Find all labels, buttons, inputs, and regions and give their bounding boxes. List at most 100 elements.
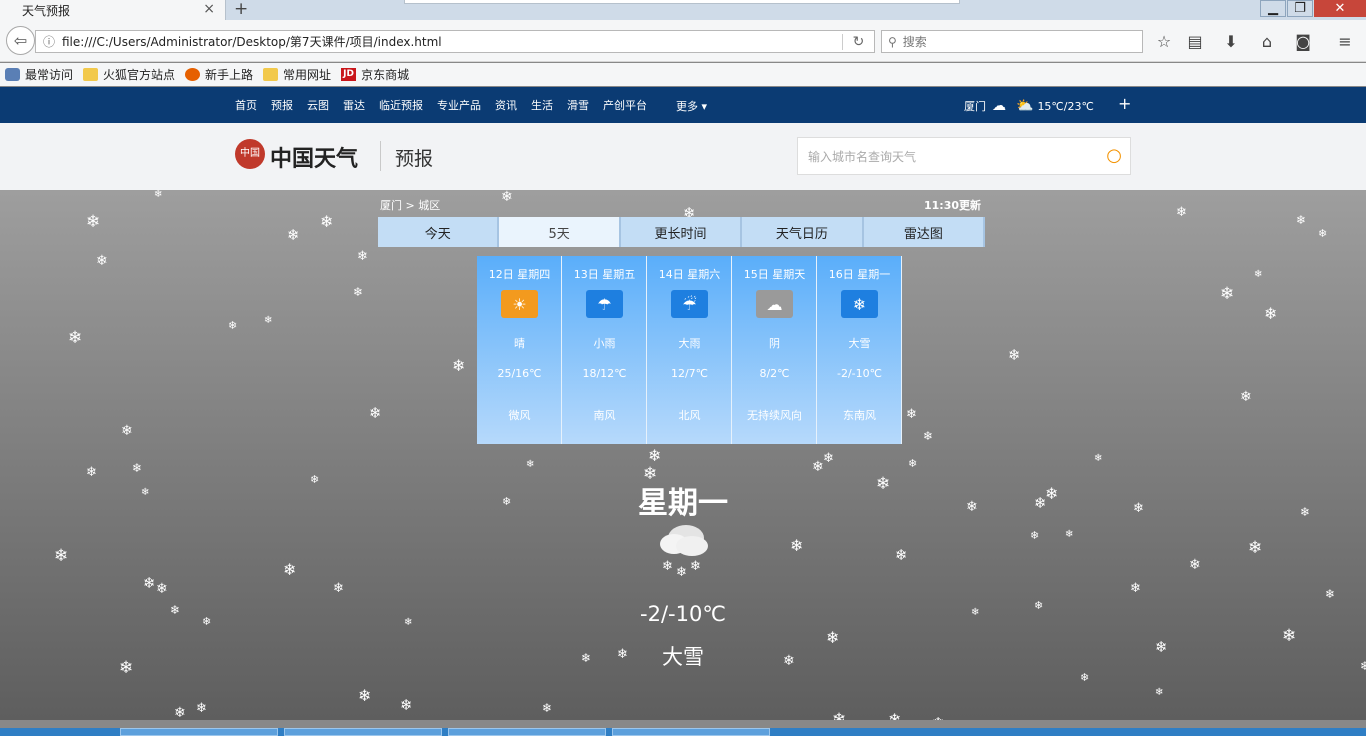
bookmark-common-sites[interactable]: 常用网址 <box>263 66 331 83</box>
tab-longer[interactable]: 更长时间 <box>620 217 743 247</box>
forecast-desc: 小雨 <box>593 337 616 350</box>
snowflake-icon: ❄ <box>1318 227 1328 240</box>
bookmark-label: 常用网址 <box>283 68 332 82</box>
browser-tab-bar: 天气预报 × + ▁ ❐ ✕ <box>0 0 1366 20</box>
snowflake-icon: ❄ <box>143 574 156 592</box>
back-button[interactable]: ⇦ <box>6 26 35 55</box>
nav-link[interactable]: 产创平台 <box>603 97 647 113</box>
add-city-icon[interactable]: + <box>1118 94 1131 113</box>
bookmark-most-visited[interactable]: 最常访问 <box>5 66 73 83</box>
tab-5-days[interactable]: 5天 <box>499 217 621 247</box>
snowflake-icon: ❄ <box>353 285 364 299</box>
taskbar-item[interactable] <box>448 728 606 736</box>
nav-link[interactable]: 首页 <box>235 97 257 113</box>
nav-link[interactable]: 雷达 <box>343 97 365 113</box>
reading-list-icon[interactable]: ▤ <box>1185 32 1205 51</box>
tab-title: 天气预报 <box>22 3 71 18</box>
minimize-button[interactable]: ▁ <box>1260 0 1286 17</box>
svg-text:❄: ❄ <box>662 559 673 574</box>
snowflake-icon: ❄ <box>542 701 553 715</box>
tab-radar[interactable]: 雷达图 <box>863 217 986 247</box>
pocket-icon[interactable]: ◙ <box>1293 32 1313 51</box>
new-tab-button[interactable]: + <box>234 0 248 19</box>
firefox-icon <box>185 68 201 81</box>
nav-link[interactable]: 生活 <box>531 97 553 113</box>
nav-link[interactable]: 滑雪 <box>567 97 589 113</box>
menu-icon[interactable]: ≡ <box>1335 32 1355 51</box>
forecast-date: 13日 星期五 <box>573 268 636 281</box>
forecast-day[interactable]: 15日 星期天 ☁ 阴 8/2℃ 无持续风向 <box>732 256 817 444</box>
forecast-day[interactable]: 13日 星期五 ☂ 小雨 18/12℃ 南风 <box>562 256 647 444</box>
snowflake-icon: ❄ <box>932 716 945 721</box>
home-icon[interactable]: ⌂ <box>1257 32 1277 51</box>
search-placeholder: 搜索 <box>902 35 927 49</box>
taskbar-item[interactable] <box>120 728 278 736</box>
tab-close-icon[interactable]: × <box>203 1 215 17</box>
nav-link[interactable]: 资讯 <box>495 97 517 113</box>
forecast-date: 15日 星期天 <box>743 268 806 281</box>
forecast-wind: 南风 <box>593 409 616 422</box>
forecast-desc: 大雪 <box>848 337 871 350</box>
forecast-tabs: 今天 5天 更长时间 天气日历 雷达图 <box>378 217 986 247</box>
close-window-button[interactable]: ✕ <box>1314 0 1366 17</box>
nav-more-menu[interactable]: 更多 ▾ <box>676 98 707 114</box>
nav-link[interactable]: 预报 <box>271 97 293 113</box>
bookmark-label: 新手上路 <box>205 68 254 82</box>
download-icon[interactable]: ⬇ <box>1221 32 1241 51</box>
snowflake-icon: ❄ <box>283 560 297 579</box>
bookmark-jd[interactable]: JD 京东商城 <box>341 66 409 83</box>
bookmark-star-icon[interactable]: ☆ <box>1154 32 1174 51</box>
maximize-button[interactable]: ❐ <box>1287 0 1313 17</box>
browser-tab[interactable]: 天气预报 × <box>0 0 226 20</box>
five-day-forecast: 12日 星期四 ☀ 晴 25/16℃ 微风 13日 星期五 ☂ 小雨 18/12℃ 南风 14日 星… <box>477 256 903 444</box>
header-city: 厦门 <box>964 100 986 113</box>
site-logo[interactable]: 中国天气 <box>270 141 358 173</box>
address-bar[interactable]: ⓘ file:///C:/Users/Administrator/Desktop… <box>35 30 875 53</box>
bookmark-getting-started[interactable]: 新手上路 <box>185 66 253 83</box>
sunny-icon: ☀ <box>501 290 538 318</box>
snowflake-icon: ❄ <box>1176 205 1187 220</box>
snowflake-icon: ❄ <box>54 546 69 566</box>
snowflake-icon: ❄ <box>333 581 344 596</box>
bookmark-label: 火狐官方站点 <box>103 68 176 82</box>
forecast-date: 16日 星期一 <box>828 268 891 281</box>
snowflake-icon: ❄ <box>501 190 513 205</box>
breadcrumb[interactable]: 厦门 > 城区 <box>380 197 440 213</box>
tab-calendar[interactable]: 天气日历 <box>742 217 864 247</box>
search-icon[interactable]: ○ <box>1106 145 1122 166</box>
update-time: 11:30更新 <box>924 199 982 212</box>
snowflake-icon: ❄ <box>908 457 918 470</box>
nav-link[interactable]: 云图 <box>307 97 329 113</box>
tab-today[interactable]: 今天 <box>378 217 500 247</box>
browser-search-input[interactable]: ⚲ 搜索 <box>881 30 1143 53</box>
taskbar-item[interactable] <box>612 728 770 736</box>
snowflake-icon: ❄ <box>812 459 824 475</box>
snowflake-icon: ❄ <box>1094 453 1103 464</box>
snowflake-icon: ❄ <box>1008 346 1021 364</box>
forecast-desc: 阴 <box>769 337 780 350</box>
snowflake-icon: ❄ <box>452 356 466 375</box>
cloud-icon: ☁ <box>992 98 1006 114</box>
taskbar-item[interactable] <box>284 728 442 736</box>
forecast-day[interactable]: 12日 星期四 ☀ 晴 25/16℃ 微风 <box>477 256 562 444</box>
header-city-weather[interactable]: 厦门 ☁ ⛅ 15℃/23℃ <box>964 98 1094 114</box>
nav-link[interactable]: 专业产品 <box>437 97 481 113</box>
forecast-temp: 25/16℃ <box>497 367 542 380</box>
snowflake-icon: ❄ <box>400 696 413 714</box>
jd-icon: JD <box>341 68 357 81</box>
forecast-temp: -2/-10℃ <box>837 367 882 380</box>
forecast-day[interactable]: 16日 星期一 ❄ 大雪 -2/-10℃ 东南风 <box>817 256 902 444</box>
nav-link[interactable]: 临近预报 <box>379 97 423 113</box>
folder-icon <box>83 68 99 81</box>
site-info-icon[interactable]: ⓘ <box>36 33 62 50</box>
forecast-temp: 8/2℃ <box>759 367 790 380</box>
bookmarks-bar: 最常访问 火狐官方站点 新手上路 常用网址 JD 京东商城 <box>0 63 1366 86</box>
city-search-input[interactable]: 输入城市名查询天气 ○ <box>797 137 1131 175</box>
url-text[interactable]: file:///C:/Users/Administrator/Desktop/第… <box>62 33 842 50</box>
bookmark-firefox-site[interactable]: 火狐官方站点 <box>83 66 175 83</box>
site-top-nav: 首页 预报 云图 雷达 临近预报 专业产品 资讯 生活 滑雪 产创平台 更多 ▾ 厦门 ☁ ⛅ 1… <box>0 87 1366 123</box>
reload-icon[interactable]: ↻ <box>842 33 874 50</box>
forecast-day[interactable]: 14日 星期六 ☔ 大雨 12/7℃ 北风 <box>647 256 732 444</box>
snowflake-icon: ❄ <box>1254 269 1263 280</box>
snowflake-icon: ❄ <box>174 705 186 720</box>
